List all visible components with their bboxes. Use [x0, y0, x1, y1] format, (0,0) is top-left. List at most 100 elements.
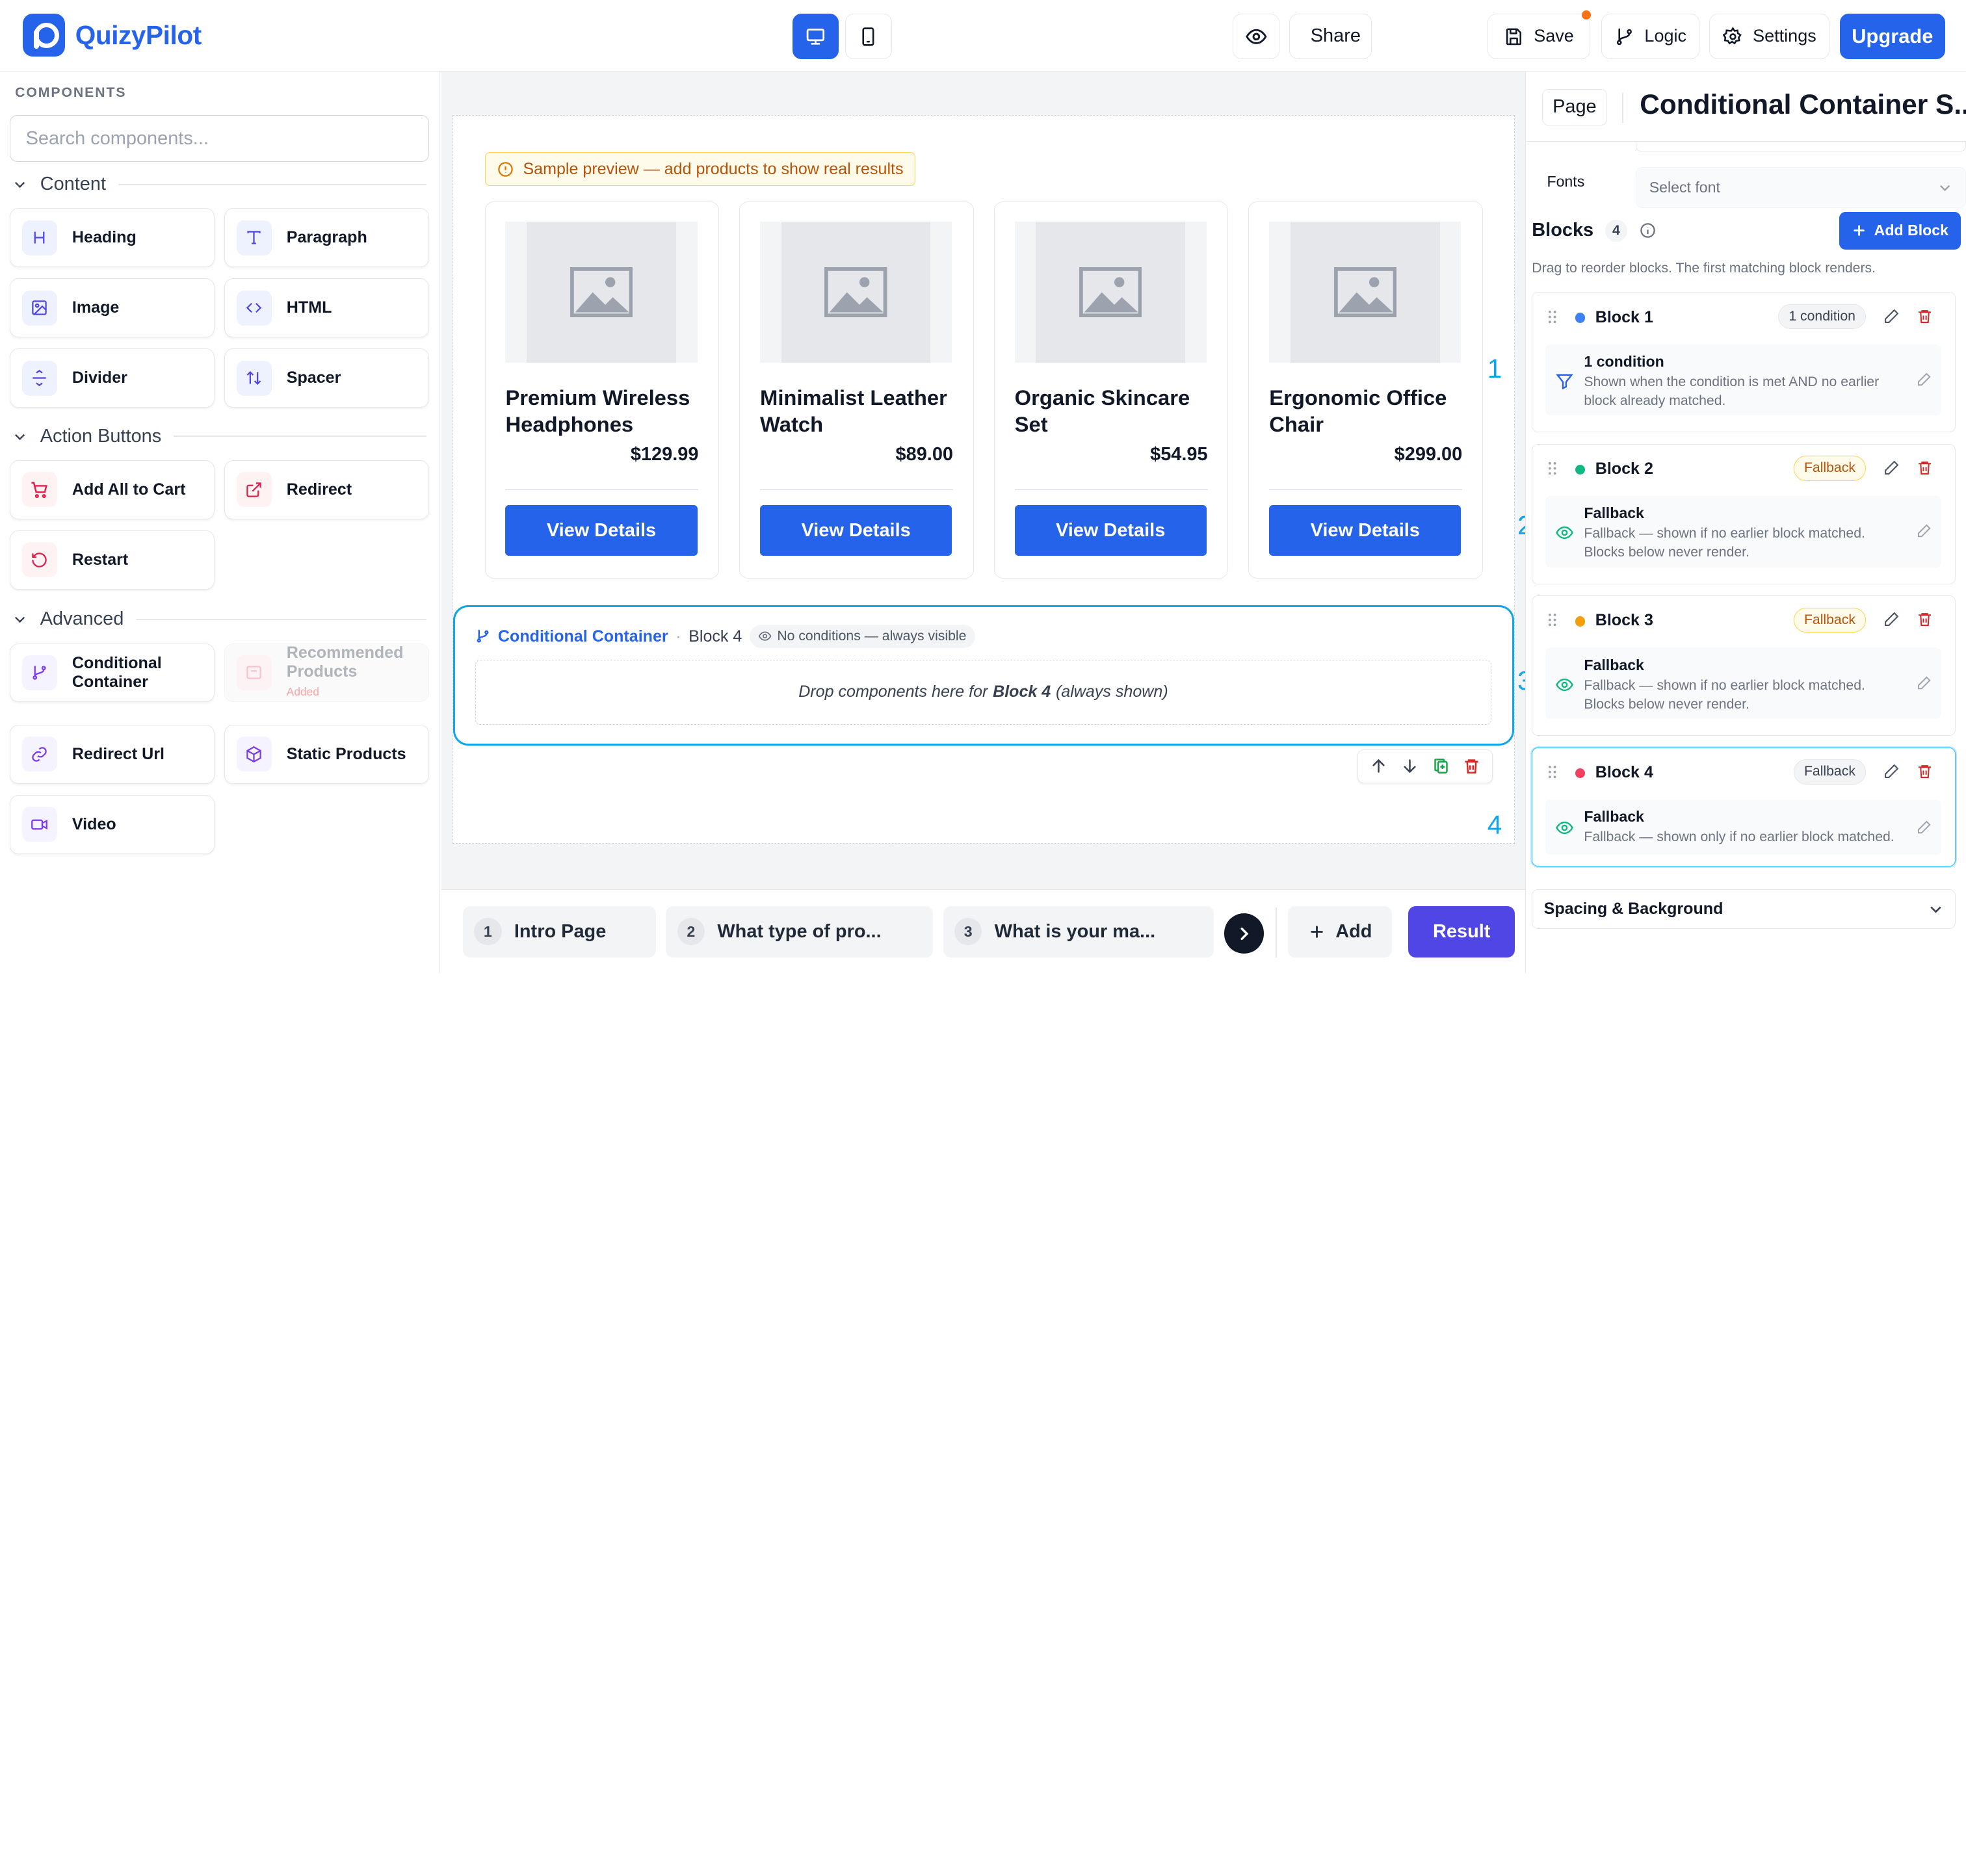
section-content-header[interactable]: Content [12, 172, 426, 197]
product-price: $89.00 [895, 443, 954, 465]
trash-icon[interactable] [1917, 308, 1933, 324]
image-icon [21, 290, 57, 326]
product-card: Ergonomic Office Chair $299.00 View Deta… [1248, 201, 1484, 579]
chevron-right-icon [1240, 927, 1249, 940]
panel-header: Page Conditional Container S... [1525, 71, 1966, 142]
duplicate-icon[interactable] [1432, 757, 1450, 775]
drag-handle-icon[interactable] [1547, 461, 1557, 476]
component-restart[interactable]: Restart [10, 530, 215, 590]
pencil-icon[interactable] [1917, 675, 1932, 690]
view-details-button[interactable]: View Details [760, 505, 952, 556]
drag-handle-icon[interactable] [1547, 612, 1557, 627]
block-condition-summary[interactable]: Fallback Fallback — shown if no earlier … [1545, 495, 1942, 567]
summary-title: Fallback [1584, 656, 1644, 673]
product-card: Premium Wireless Headphones $129.99 View… [484, 201, 720, 579]
desktop-view-button[interactable] [793, 14, 839, 59]
page-navigation-bar: 1 Intro Page 2 What type of pro... 3 Wha… [441, 889, 1525, 973]
view-details-button[interactable]: View Details [505, 505, 698, 556]
component-label: Redirect [286, 480, 352, 499]
page-tab-label: What is your ma... [994, 920, 1156, 942]
info-icon[interactable] [1639, 222, 1657, 239]
plus-icon [1854, 225, 1865, 237]
unsaved-indicator [1582, 10, 1591, 20]
added-note: Added [286, 685, 319, 699]
view-details-button[interactable]: View Details [1014, 505, 1207, 556]
logo-icon [22, 14, 66, 57]
block-card[interactable]: Block 2 Fallback Fallback Fallback — sho… [1532, 443, 1956, 584]
drag-handle-icon[interactable] [1547, 764, 1557, 779]
component-static-products[interactable]: Static Products [224, 724, 429, 784]
settings-label: Settings [1753, 26, 1816, 46]
drop-zone[interactable]: Drop components here for Block 4 (always… [475, 659, 1491, 725]
block-condition-summary[interactable]: Fallback Fallback — shown if no earlier … [1545, 647, 1942, 720]
product-card: Organic Skincare Set $54.95 View Details [993, 201, 1229, 579]
pencil-icon[interactable] [1883, 460, 1900, 476]
pencil-icon[interactable] [1917, 523, 1932, 538]
visibility-badge: No conditions — always visible [749, 624, 975, 649]
mobile-view-button[interactable] [845, 14, 892, 59]
conditional-container[interactable]: Conditional Container · Block 4 No condi… [453, 605, 1515, 746]
add-page-button[interactable]: Add [1288, 905, 1393, 958]
save-icon [1506, 28, 1521, 45]
section-advanced-header[interactable]: Advanced [12, 607, 426, 632]
trash-icon[interactable] [1917, 460, 1933, 476]
share-button[interactable]: Share [1289, 14, 1372, 59]
image-placeholder-icon [570, 267, 633, 318]
app-logo[interactable]: QuizyPilot [22, 14, 202, 57]
block-card[interactable]: Block 3 Fallback Fallback Fallback — sho… [1532, 595, 1956, 736]
component-paragraph[interactable]: Paragraph [224, 208, 429, 267]
settings-button[interactable]: Settings [1709, 14, 1830, 59]
component-conditional-container[interactable]: Conditional Container [10, 643, 215, 703]
pencil-icon[interactable] [1883, 308, 1900, 324]
add-block-button[interactable]: Add Block [1839, 211, 1961, 250]
result-page-button[interactable]: Result [1408, 905, 1515, 958]
trash-icon[interactable] [1917, 763, 1933, 779]
arrow-up-icon[interactable] [1370, 757, 1387, 775]
component-heading[interactable]: Heading [10, 208, 215, 267]
component-html[interactable]: HTML [224, 278, 429, 337]
component-spacer[interactable]: Spacer [224, 348, 429, 408]
scroll-pages-button[interactable] [1224, 913, 1265, 954]
logic-button[interactable]: Logic [1601, 14, 1699, 59]
block-card-active[interactable]: Block 4 Fallback Fallback Fallback — sho… [1532, 747, 1956, 866]
page-tab-2[interactable]: 2 What type of pro... [666, 905, 934, 958]
component-divider[interactable]: Divider [10, 348, 215, 408]
arrow-down-icon[interactable] [1401, 757, 1419, 775]
component-add-all-to-cart[interactable]: Add All to Cart [10, 460, 215, 519]
pencil-icon[interactable] [1917, 372, 1932, 387]
spacing-background-section[interactable]: Spacing & Background [1532, 889, 1956, 930]
component-search-input[interactable] [10, 115, 429, 162]
plus-icon [1310, 925, 1323, 938]
page-tab-intro[interactable]: 1 Intro Page [462, 905, 656, 958]
section-action-buttons-header[interactable]: Action Buttons [12, 424, 426, 449]
blocks-hint: Drag to reorder blocks. The first matchi… [1532, 261, 1876, 276]
trash-icon[interactable] [1917, 611, 1933, 627]
page-breadcrumb-button[interactable]: Page [1541, 88, 1608, 125]
component-redirect[interactable]: Redirect [224, 460, 429, 519]
block-condition-summary[interactable]: 1 condition Shown when the condition is … [1545, 344, 1942, 416]
component-image[interactable]: Image [10, 278, 215, 337]
block-card[interactable]: Block 1 1 condition 1 condition Shown wh… [1532, 292, 1956, 433]
container-header: Conditional Container · Block 4 No condi… [475, 624, 975, 649]
component-redirect-url[interactable]: Redirect Url [10, 724, 215, 784]
desktop-icon [807, 28, 825, 45]
chevron-down-icon [15, 617, 25, 623]
top-bar: QuizyPilot Share Save Logic Settings Upg… [0, 0, 1966, 72]
page-tab-3[interactable]: 3 What is your ma... [943, 905, 1214, 958]
block-color-dot [1575, 313, 1586, 323]
preview-button[interactable] [1233, 14, 1279, 59]
font-select[interactable]: Select font [1636, 166, 1966, 209]
pencil-icon[interactable] [1883, 763, 1900, 779]
block-condition-summary[interactable]: Fallback Fallback — shown only if no ear… [1545, 799, 1942, 855]
add-block-label: Add Block [1874, 222, 1948, 239]
trash-icon[interactable] [1463, 757, 1480, 775]
component-video[interactable]: Video [10, 794, 215, 854]
upgrade-button[interactable]: Upgrade [1839, 14, 1945, 59]
pencil-icon[interactable] [1917, 820, 1932, 835]
summary-title: Fallback [1584, 808, 1644, 826]
drag-handle-icon[interactable] [1547, 309, 1557, 324]
product-name: Minimalist Leather Watch [760, 385, 947, 436]
save-button[interactable]: Save [1487, 10, 1591, 59]
pencil-icon[interactable] [1883, 611, 1900, 627]
view-details-button[interactable]: View Details [1269, 505, 1461, 556]
